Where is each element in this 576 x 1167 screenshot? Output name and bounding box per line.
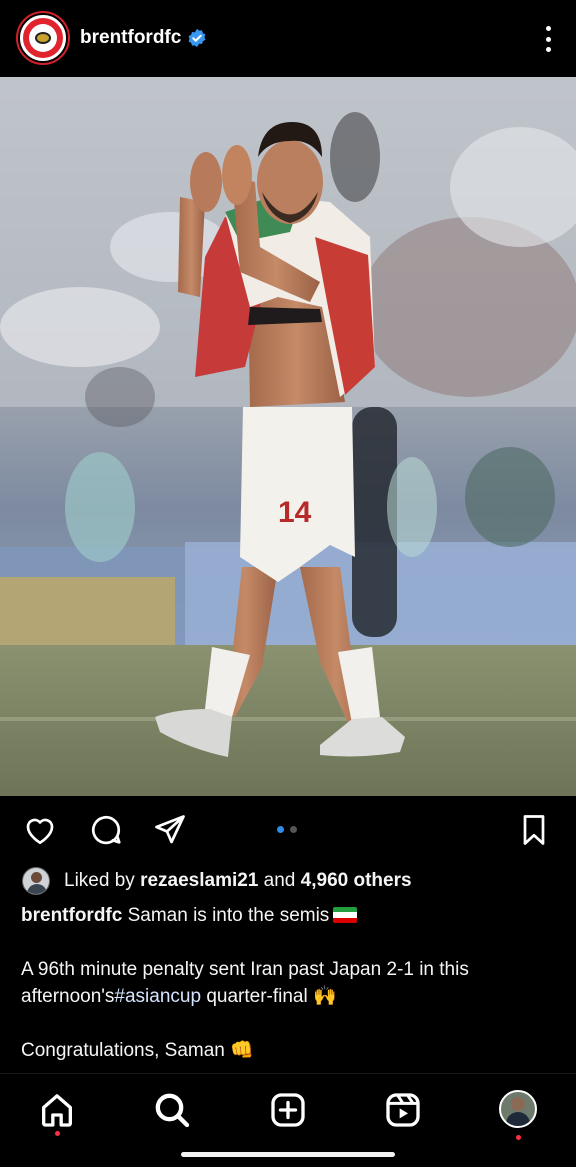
profile-avatar[interactable]	[499, 1090, 539, 1130]
post-username[interactable]: brentfordfc	[80, 27, 181, 49]
share-icon[interactable]	[152, 812, 188, 848]
caption-para2-b: quarter-final	[206, 986, 308, 1007]
profile-photo	[499, 1090, 537, 1128]
home-notification-dot	[55, 1131, 60, 1136]
hashtag-link[interactable]: #asiancup	[114, 986, 201, 1007]
iran-flag-icon	[333, 907, 358, 923]
more-vertical-icon[interactable]	[544, 26, 552, 52]
reels-icon[interactable]	[383, 1090, 423, 1130]
post-actions	[0, 806, 576, 854]
home-icon[interactable]	[37, 1090, 77, 1130]
caption-line1: Saman is into the semis	[127, 905, 330, 926]
raised-hands-icon: 🙌	[313, 985, 337, 1007]
liker-username[interactable]: rezaeslami21	[140, 870, 258, 892]
heart-icon[interactable]	[22, 812, 58, 848]
profile-notification-dot	[516, 1135, 521, 1140]
caption-author[interactable]: brentfordfc	[21, 905, 122, 926]
carousel-indicator	[277, 826, 297, 833]
likes-and: and	[263, 870, 296, 891]
photo-illustration: 14	[0, 77, 576, 796]
brentford-logo	[20, 15, 66, 61]
carousel-dot	[290, 826, 297, 833]
gesture-home-bar[interactable]	[181, 1152, 395, 1157]
likes-others[interactable]: 4,960 others	[301, 870, 412, 892]
post-caption: brentfordfc Saman is into the semis A 96…	[21, 902, 551, 1091]
verified-badge-icon	[188, 28, 206, 48]
create-icon[interactable]	[268, 1090, 308, 1130]
comment-icon[interactable]	[88, 812, 124, 848]
search-icon[interactable]	[152, 1090, 192, 1130]
bee-icon	[35, 32, 51, 44]
shorts-number: 14	[278, 496, 312, 529]
post-header: brentfordfc	[0, 0, 576, 76]
post-photo[interactable]: 14	[0, 77, 576, 796]
logo-center	[29, 24, 57, 52]
caption-para3: Congratulations, Saman	[21, 1040, 225, 1061]
liker-avatar[interactable]	[22, 867, 50, 895]
brentford-avatar[interactable]	[16, 11, 70, 65]
bookmark-icon[interactable]	[516, 812, 552, 848]
fist-icon: 👊	[230, 1039, 254, 1061]
likes-summary[interactable]: Liked by rezaeslami21 and 4,960 others	[22, 866, 412, 896]
likes-prefix: Liked by	[64, 870, 135, 891]
carousel-dot-active	[277, 826, 284, 833]
